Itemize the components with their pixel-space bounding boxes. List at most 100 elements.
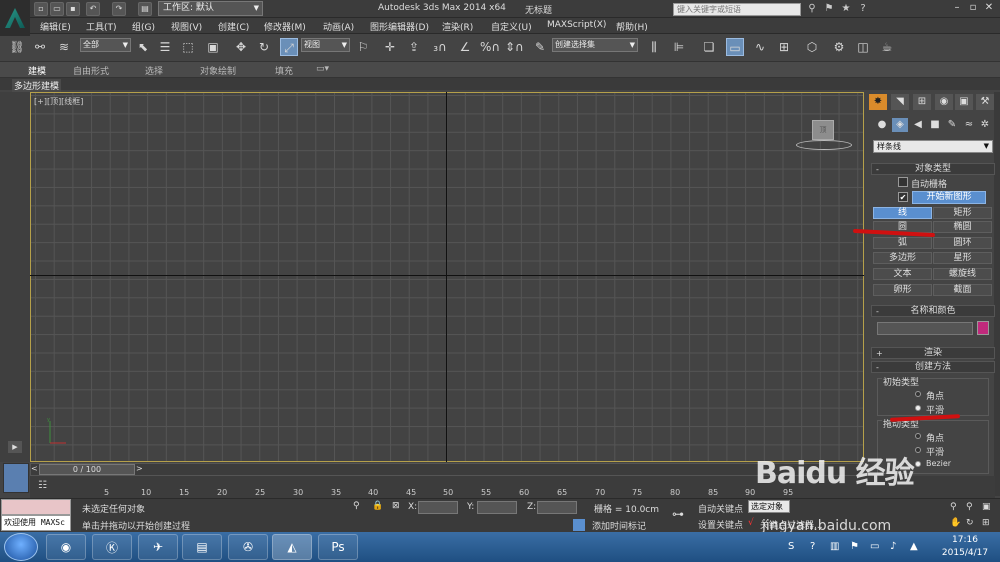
helpers-icon[interactable]: ✎ xyxy=(944,118,960,132)
kugou-icon[interactable]: Ⓚ xyxy=(92,534,132,560)
maxscript-listener-output[interactable]: 欢迎使用 MAXSc xyxy=(1,515,71,531)
close-icon[interactable]: ✕ xyxy=(982,1,996,15)
zoom-icon[interactable]: ⚲ xyxy=(950,502,957,512)
select-and-scale-icon[interactable]: ⤢ xyxy=(280,38,298,56)
pan-view-icon[interactable]: ✋ xyxy=(950,518,961,528)
menu-tools[interactable]: 工具(T) xyxy=(86,20,117,33)
autogrid-checkbox[interactable] xyxy=(898,177,908,187)
add-time-tag[interactable]: 添加时间标记 xyxy=(592,519,646,532)
help-search-input[interactable]: 键入关键字或短语 xyxy=(673,3,801,16)
tray-network-icon[interactable]: ▥ xyxy=(830,541,839,552)
menu-group[interactable]: 组(G) xyxy=(132,20,155,33)
expand-viewport-icon[interactable]: ▶ xyxy=(8,441,22,453)
tray-help-icon[interactable]: ? xyxy=(810,541,815,552)
reference-coordinate-dropdown[interactable]: 视图 ▼ xyxy=(301,38,350,52)
community-icon[interactable]: ⚑ xyxy=(822,2,836,16)
menu-customize[interactable]: 自定义(U) xyxy=(491,20,532,33)
maximize-icon[interactable]: ▫ xyxy=(966,1,980,15)
unlink-selection-icon[interactable]: ⚯ xyxy=(31,38,49,56)
geometry-icon[interactable]: ● xyxy=(874,118,890,132)
new-file-icon[interactable]: ▫ xyxy=(34,2,48,16)
command-panel-scrollbar[interactable] xyxy=(994,92,1000,496)
ribbon-tab-modeling[interactable]: 建模 xyxy=(28,64,46,77)
text-button[interactable]: 文本 xyxy=(873,268,932,280)
file-explorer-icon[interactable]: ▤ xyxy=(182,534,222,560)
maximize-viewport-icon[interactable]: ⊞ xyxy=(982,518,990,528)
selection-lock-icon[interactable]: 🔒 xyxy=(372,501,383,511)
name-color-rollout-header[interactable]: - 名称和颜色 xyxy=(871,305,995,317)
creation-method-rollout-header[interactable]: - 创建方法 xyxy=(871,361,995,373)
select-object-icon[interactable]: ⬉ xyxy=(134,38,152,56)
align-icon[interactable]: ⊫ xyxy=(670,38,688,56)
ellipse-button[interactable]: 椭圆 xyxy=(933,221,992,233)
ribbon-subtab-polygon-modeling[interactable]: 多边形建模 xyxy=(12,79,62,92)
selection-filter-dropdown[interactable]: 全部 ▼ xyxy=(80,38,131,52)
helix-button[interactable]: 螺旋线 xyxy=(933,268,992,280)
ribbon-options-icon[interactable]: ▭▾ xyxy=(316,64,329,74)
photoshop-icon[interactable]: Ps xyxy=(318,534,358,560)
minimize-icon[interactable]: – xyxy=(950,1,964,15)
display-tab-icon[interactable]: ▣ xyxy=(955,94,973,110)
time-slider-knob[interactable]: 0 / 100 xyxy=(39,464,135,475)
key-selection-dropdown[interactable]: 选定对象 xyxy=(748,500,790,513)
pivot-center-icon[interactable]: ⚐ xyxy=(354,38,372,56)
menu-help[interactable]: 帮助(H) xyxy=(616,20,648,33)
graphite-toolset-icon[interactable]: ▭ xyxy=(726,38,744,56)
create-tab-icon[interactable]: ✸ xyxy=(869,94,887,110)
rendered-frame-window-icon[interactable]: ◫ xyxy=(854,38,872,56)
taskbar-clock[interactable]: 17:16 2015/4/17 xyxy=(935,534,995,560)
drag-smooth-radio[interactable] xyxy=(915,447,921,453)
viewcube-ring[interactable] xyxy=(796,140,852,150)
ribbon-tab-freeform[interactable]: 自由形式 xyxy=(73,64,109,77)
arc-button[interactable]: 弧 xyxy=(873,237,932,249)
key-icon[interactable]: ⊶ xyxy=(672,507,684,521)
angle-snap-icon[interactable]: ∠ xyxy=(456,38,474,56)
donut-button[interactable]: 圆环 xyxy=(933,237,992,249)
menu-modifiers[interactable]: 修改器(M) xyxy=(264,20,306,33)
x-coordinate-input[interactable] xyxy=(418,501,458,514)
start-new-shape-button[interactable]: 开始新图形 xyxy=(912,191,986,204)
viewport-label-menu[interactable]: [+][顶][线框] xyxy=(34,96,83,107)
space-warps-icon[interactable]: ≈ xyxy=(961,118,977,132)
render-setup-icon[interactable]: ⚙ xyxy=(830,38,848,56)
auto-key-button[interactable]: 自动关键点 xyxy=(698,502,743,515)
media-player-icon[interactable]: ✇ xyxy=(228,534,268,560)
select-and-link-icon[interactable]: ⛓ xyxy=(8,38,26,56)
drag-bezier-radio[interactable] xyxy=(915,461,921,467)
tray-volume-icon[interactable]: ♪ xyxy=(890,541,896,552)
y-coordinate-input[interactable] xyxy=(477,501,517,514)
schematic-view-icon[interactable]: ⊞ xyxy=(775,38,793,56)
prev-frame-icon[interactable]: < xyxy=(31,464,38,473)
cameras-icon[interactable]: ■ xyxy=(927,118,943,132)
rectangle-button[interactable]: 矩形 xyxy=(933,207,992,219)
menu-create[interactable]: 创建(C) xyxy=(218,20,249,33)
select-and-move-icon[interactable]: ✥ xyxy=(232,38,250,56)
select-and-rotate-icon[interactable]: ↻ xyxy=(255,38,273,56)
top-viewport[interactable] xyxy=(30,92,864,462)
z-coordinate-input[interactable] xyxy=(537,501,577,514)
drag-corner-radio[interactable] xyxy=(915,433,921,439)
object-color-swatch[interactable] xyxy=(977,321,989,335)
spinner-snap-icon[interactable]: ⇕∩ xyxy=(505,38,524,56)
absolute-mode-icon[interactable]: ⊠ xyxy=(392,501,400,511)
star-button[interactable]: 星形 xyxy=(933,252,992,264)
object-name-input[interactable] xyxy=(877,322,973,335)
select-by-name-icon[interactable]: ☰ xyxy=(156,38,174,56)
chrome-icon[interactable]: ◉ xyxy=(46,534,86,560)
mini-curve-editor-toggle[interactable] xyxy=(3,463,29,493)
set-key-button[interactable]: 设置关键点 xyxy=(698,518,743,531)
windows-start-button[interactable] xyxy=(4,533,38,561)
modify-tab-icon[interactable]: ◥ xyxy=(891,94,909,110)
viewcube[interactable]: 顶 xyxy=(812,120,834,140)
ribbon-tab-object-paint[interactable]: 对象绘制 xyxy=(200,64,236,77)
open-mini-curve-editor-icon[interactable]: ☷ xyxy=(38,480,47,491)
ngon-button[interactable]: 多边形 xyxy=(873,252,932,264)
project-folder-icon[interactable]: ▤ xyxy=(138,2,152,16)
key-filter-icon[interactable]: √ xyxy=(748,518,754,528)
ribbon-tab-populate[interactable]: 填充 xyxy=(275,64,293,77)
redo-icon[interactable]: ↷ xyxy=(112,2,126,16)
time-tag-icon[interactable] xyxy=(573,519,585,531)
ribbon-tab-selection[interactable]: 选择 xyxy=(145,64,163,77)
start-new-shape-checkbox[interactable]: ✔ xyxy=(898,192,908,202)
tray-flag-icon[interactable]: ⚑ xyxy=(850,541,859,552)
